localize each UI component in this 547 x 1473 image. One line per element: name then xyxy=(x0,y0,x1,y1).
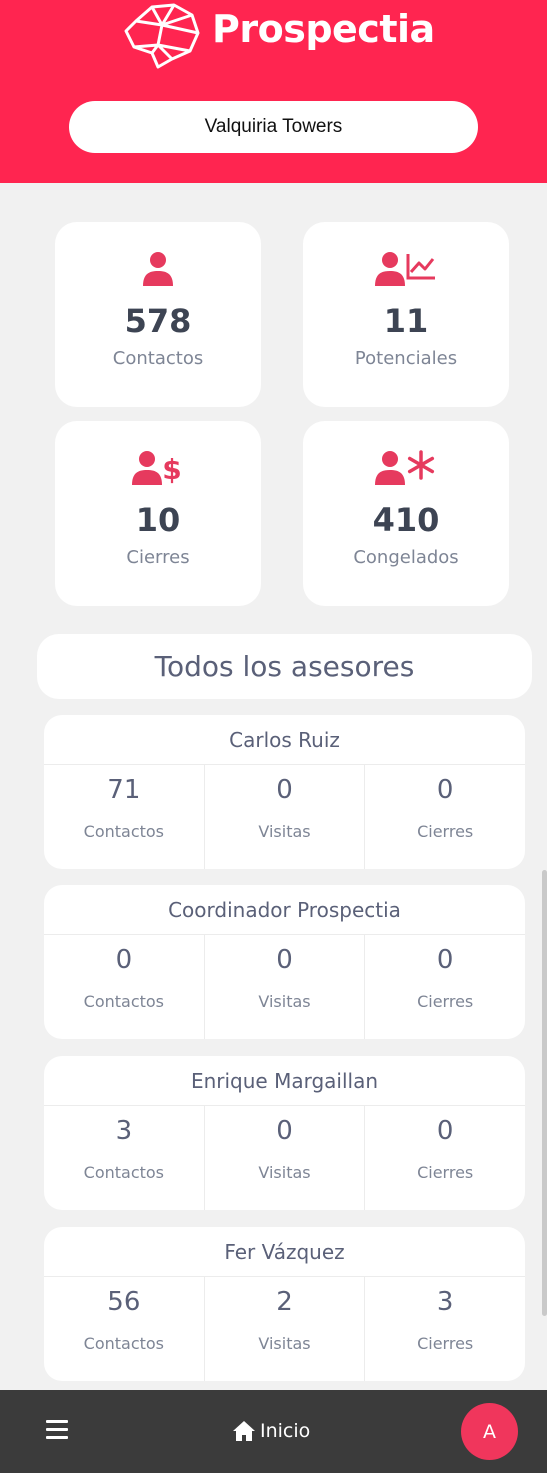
advisor-contactos-label: Contactos xyxy=(83,822,165,841)
advisor-visitas-label: Visitas xyxy=(258,1334,311,1353)
advisor-visitas-value: 0 xyxy=(276,945,293,975)
stat-label: Cierres xyxy=(126,547,190,568)
user-dollar-icon: $ xyxy=(132,451,182,486)
advisor-name: Coordinador Prospectia xyxy=(44,885,525,935)
app-name: Prospectia xyxy=(212,7,435,51)
advisor-visitas: 2 Visitas xyxy=(203,1277,365,1381)
advisor-visitas-value: 0 xyxy=(276,775,293,805)
advisor-card[interactable]: Carlos Ruiz 71 Contactos 0 Visitas 0 Cie… xyxy=(44,715,525,869)
advisor-name: Fer Vázquez xyxy=(44,1227,525,1277)
hamburger-icon[interactable] xyxy=(46,1420,68,1440)
advisor-contactos-value: 71 xyxy=(107,775,141,805)
advisor-visitas: 0 Visitas xyxy=(203,935,365,1039)
svg-text:$: $ xyxy=(162,453,181,486)
advisor-cierres-value: 0 xyxy=(436,775,454,805)
stat-card-potenciales[interactable]: 11 Potenciales xyxy=(303,222,509,407)
advisor-cierres: 3 Cierres xyxy=(364,1277,525,1381)
advisor-contactos: 3 Contactos xyxy=(44,1106,204,1210)
advisor-name: Carlos Ruiz xyxy=(44,715,525,765)
user-snowflake-icon xyxy=(375,450,435,485)
stat-label: Congelados xyxy=(353,547,459,568)
stat-value: 578 xyxy=(124,302,192,340)
advisor-card[interactable]: Coordinador Prospectia 0 Contactos 0 Vis… xyxy=(44,885,525,1039)
stat-label: Contactos xyxy=(112,348,204,369)
home-icon xyxy=(233,1421,255,1441)
advisor-contactos: 71 Contactos xyxy=(44,765,204,869)
brain-logo-icon xyxy=(124,3,200,69)
scrollbar[interactable] xyxy=(542,870,547,1316)
project-selector[interactable]: Valquiria Towers xyxy=(69,101,478,153)
advisor-contactos-value: 0 xyxy=(115,945,133,975)
stat-value: 410 xyxy=(372,501,440,539)
stat-card-contactos[interactable]: 578 Contactos xyxy=(55,222,261,407)
advisor-visitas-value: 0 xyxy=(276,1116,293,1146)
advisor-cierres-label: Cierres xyxy=(417,992,474,1011)
advisor-visitas-label: Visitas xyxy=(258,992,311,1011)
advisor-cierres-value: 0 xyxy=(436,1116,454,1146)
advisor-visitas: 0 Visitas xyxy=(203,1106,365,1210)
advisor-name: Enrique Margaillan xyxy=(44,1056,525,1106)
advisor-contactos-label: Contactos xyxy=(83,1163,165,1182)
advisor-card[interactable]: Fer Vázquez 56 Contactos 2 Visitas 3 Cie… xyxy=(44,1227,525,1381)
advisor-cierres-label: Cierres xyxy=(417,1163,474,1182)
advisor-cierres: 0 Cierres xyxy=(364,1106,525,1210)
advisor-contactos-value: 3 xyxy=(115,1116,133,1146)
user-chart-icon xyxy=(375,252,435,286)
stat-card-congelados[interactable]: 410 Congelados xyxy=(303,421,509,606)
advisor-contactos-value: 56 xyxy=(107,1287,141,1317)
advisor-cierres: 0 Cierres xyxy=(364,935,525,1039)
advisor-visitas-label: Visitas xyxy=(258,822,311,841)
stat-card-cierres[interactable]: $ 10 Cierres xyxy=(55,421,261,606)
advisor-cierres-value: 0 xyxy=(436,945,454,975)
advisor-visitas: 0 Visitas xyxy=(203,765,365,869)
advisor-cierres-label: Cierres xyxy=(417,1334,474,1353)
stat-label: Potenciales xyxy=(354,348,458,369)
advisor-contactos: 56 Contactos xyxy=(44,1277,204,1381)
stat-value: 10 xyxy=(135,501,181,539)
advisor-visitas-value: 2 xyxy=(276,1287,293,1317)
advisor-contactos-label: Contactos xyxy=(83,1334,165,1353)
app-header: Prospectia Valquiria Towers xyxy=(0,0,547,183)
advisor-cierres: 0 Cierres xyxy=(364,765,525,869)
stat-value: 11 xyxy=(383,302,429,340)
section-title: Todos los asesores xyxy=(37,634,532,699)
advisor-cierres-label: Cierres xyxy=(417,822,474,841)
advisor-card[interactable]: Enrique Margaillan 3 Contactos 0 Visitas… xyxy=(44,1056,525,1210)
advisor-contactos: 0 Contactos xyxy=(44,935,204,1039)
brand-logo[interactable]: Prospectia xyxy=(122,0,435,70)
home-label: Inicio xyxy=(260,1420,311,1442)
home-nav-button[interactable]: Inicio xyxy=(232,1416,310,1446)
user-icon xyxy=(143,252,173,286)
advisor-visitas-label: Visitas xyxy=(258,1163,311,1182)
avatar[interactable]: A xyxy=(461,1403,518,1460)
bottom-nav: Inicio A xyxy=(0,1390,547,1473)
advisor-contactos-label: Contactos xyxy=(83,992,165,1011)
advisor-cierres-value: 3 xyxy=(436,1287,454,1317)
